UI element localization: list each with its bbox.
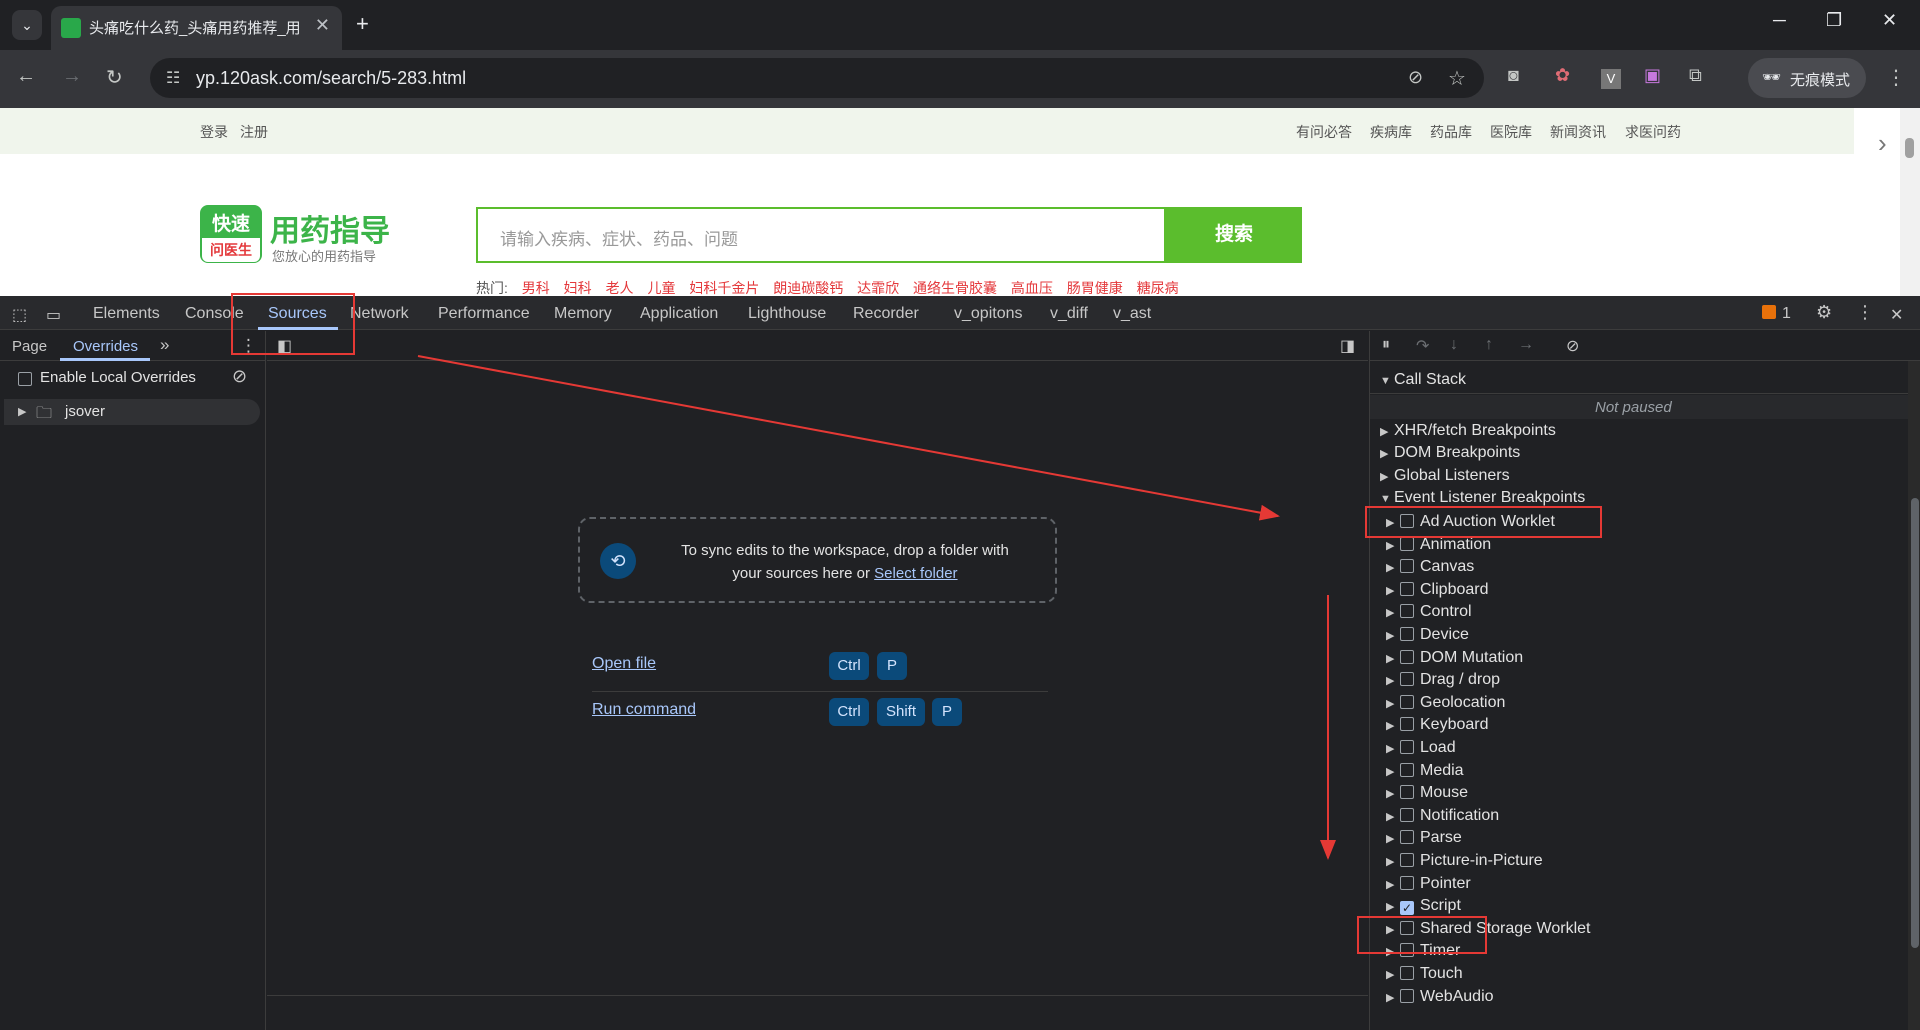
annotation-arrow-right bbox=[417, 355, 1280, 521]
annotation-arrows bbox=[417, 355, 1336, 860]
